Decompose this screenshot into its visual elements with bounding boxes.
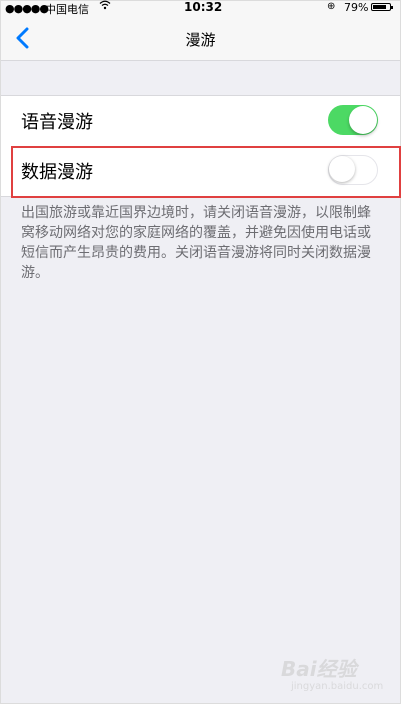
toggle-knob [349,106,377,134]
baidu-watermark: Bai经验 jingyan.baidu.com [281,653,401,697]
watermark-url: jingyan.baidu.com [291,681,384,692]
status-time: 10:32 [184,0,223,14]
voice-roaming-row: 语音漫游 [1,96,400,146]
wifi-icon [99,0,111,13]
page-title: 漫游 [185,31,216,49]
voice-roaming-toggle[interactable] [328,105,378,135]
status-bar: ●●●●● 中国电信 10:32 ⊕ 79% [1,0,400,16]
voice-roaming-label: 语音漫游 [21,112,93,133]
watermark-brand: Bai经验 [281,657,357,681]
highlight-box [11,146,401,198]
navigation-bar: 漫游 [1,15,400,61]
phone-screen: ●●●●● 中国电信 10:32 ⊕ 79% 漫游 语音漫游 数据漫游 出国旅游… [0,0,401,704]
orientation-lock-icon: ⊕ [327,1,336,12]
roaming-footer-note: 出国旅游或靠近国界边境时，请关闭语音漫游，以限制蜂窝移动网络对您的家庭网络的覆盖… [21,205,371,281]
battery-icon [371,3,393,11]
battery-percent: 79% [344,1,369,14]
signal-strength-icon: ●●●●● [5,2,49,15]
